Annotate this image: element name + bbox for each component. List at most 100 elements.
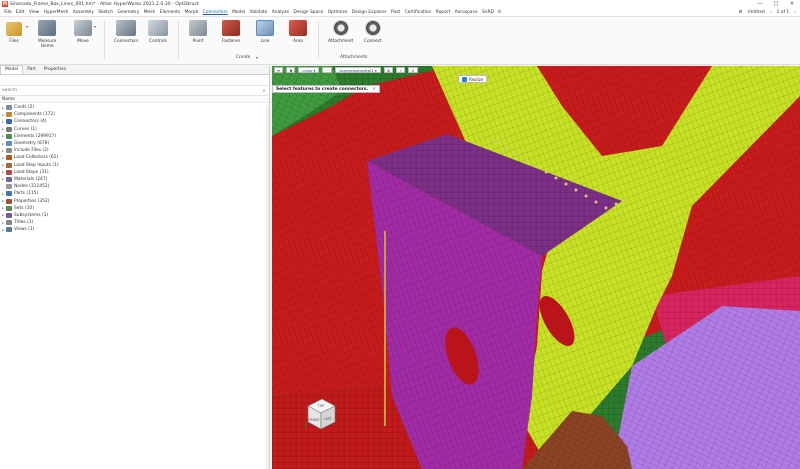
minimize-button[interactable]: —	[752, 0, 768, 8]
create-expander-icon[interactable]: ▾	[256, 55, 258, 60]
menu-certification[interactable]: Certification	[402, 8, 433, 17]
feature-type-dropdown[interactable]: Lines ▾	[298, 67, 320, 73]
connector-control-dropdown[interactable]: connectorcontrol1 ▾	[335, 67, 381, 73]
view-cube[interactable]: TOP FRONT LEFT	[304, 396, 338, 432]
load-steps-icon	[6, 169, 12, 175]
tree-item-titles[interactable]: ▸ Titles (1)	[0, 219, 269, 226]
menu-aerospace[interactable]: Aerospace	[452, 8, 479, 17]
tree-item-label: Materials (247)	[14, 176, 48, 182]
menu-snrd[interactable]: SnRD	[480, 8, 496, 17]
menu-assembly[interactable]: Assembly	[71, 8, 97, 17]
menu-design-space[interactable]: Design Space	[291, 8, 325, 17]
controls-tool[interactable]: Controls	[148, 20, 168, 44]
more-options-icon[interactable]: ⋯	[322, 67, 333, 73]
settings-gear-icon[interactable]: ⚙	[739, 10, 743, 15]
selection-message-text: Select features to create connectors.	[276, 87, 369, 92]
views-icon	[6, 227, 12, 233]
tree-item-materials[interactable]: ▸ Materials (247)	[0, 176, 269, 183]
settings-icon[interactable]: ⚙	[383, 67, 394, 73]
tree-item-properties[interactable]: ▸ Properties (352)	[0, 197, 269, 204]
confirm-icon[interactable]: ✓	[396, 67, 406, 73]
move-tool[interactable]: Move	[74, 20, 92, 44]
tree-item-elements[interactable]: ▸ Elements (299917)	[0, 133, 269, 140]
tree-item-subsystems[interactable]: ▸ Subsystems (1)	[0, 212, 269, 219]
menu-design-explorer[interactable]: Design Explorer	[350, 8, 389, 17]
menu-file[interactable]: File	[2, 8, 14, 17]
menu-analyze[interactable]: Analyze	[270, 8, 292, 17]
tree-item-label: Components (172)	[14, 112, 55, 118]
menu-report[interactable]: Report	[434, 8, 453, 17]
tree-scrollbar[interactable]	[266, 105, 269, 469]
menu-morph[interactable]: Morph	[182, 8, 200, 17]
tree-item-label: Elements (299917)	[14, 133, 57, 139]
viewport-menu-icon[interactable]: ≡	[274, 67, 284, 73]
menu-elements[interactable]: Elements	[158, 8, 183, 17]
tree-item-nodes[interactable]: ▸Nodes (311452)	[0, 183, 269, 190]
point-tool[interactable]: Point	[189, 20, 207, 44]
delete-button[interactable]: ✖	[286, 67, 296, 73]
close-message-icon[interactable]: ✕	[372, 87, 376, 92]
tab-properties[interactable]: Properties	[40, 66, 70, 74]
line-tool[interactable]: Line	[256, 20, 274, 44]
point-icon	[189, 20, 207, 36]
nodes-icon	[6, 184, 12, 190]
next-page-icon[interactable]: ›	[794, 10, 796, 15]
menu-view[interactable]: View	[27, 8, 42, 17]
tree-item-curves[interactable]: ▸ Curves (1)	[0, 126, 269, 133]
menu-validate[interactable]: Validate	[247, 8, 269, 17]
model-browser-panel: Model Part Properties ⌕ Name ▸Cards (2) …	[0, 65, 270, 469]
menu-edit[interactable]: Edit	[14, 8, 27, 17]
connectors-icon	[6, 119, 12, 125]
fe-model-render[interactable]	[272, 66, 800, 469]
menu-geometry[interactable]: Geometry	[115, 8, 141, 17]
files-expander-icon[interactable]: ▾	[26, 24, 28, 29]
tree-item-load-collectors[interactable]: ▸ Load Collectors (61)	[0, 154, 269, 161]
prev-page-icon[interactable]: ‹	[770, 10, 772, 15]
move-expander-icon[interactable]: ▾	[94, 24, 96, 29]
connectors-icon	[116, 20, 137, 36]
graphics-viewport[interactable]: ≡ ✖ Lines ▾ ⋯ connectorcontrol1 ▾ ⚙ ✓ ✕ …	[272, 66, 800, 469]
area-tool[interactable]: Area	[289, 20, 307, 44]
tab-part[interactable]: Part	[23, 66, 40, 74]
menu-model[interactable]: Model	[230, 8, 248, 17]
tree-item-components[interactable]: ▸ Components (172)	[0, 111, 269, 118]
add-ribbon-icon[interactable]: ⊕	[497, 9, 501, 15]
files-tool[interactable]: Files	[6, 20, 22, 44]
tree-item-geometry[interactable]: ▸ Geometry (879)	[0, 140, 269, 147]
menu-bar: File Edit View HyperMesh Assembly Sketch…	[0, 8, 800, 17]
cancel-icon[interactable]: ✕	[408, 67, 418, 73]
tree-item-label: Parts (115)	[14, 191, 39, 197]
tree-item-label: Nodes (311452)	[14, 184, 50, 190]
close-button[interactable]: ✕	[784, 0, 800, 8]
tab-model[interactable]: Model	[0, 65, 24, 74]
menu-sketch[interactable]: Sketch	[96, 8, 115, 17]
tree-item-include-files[interactable]: ▸ Include Files (2)	[0, 147, 269, 154]
tree-item-connectors[interactable]: ▸ Connectors (4)	[0, 118, 269, 125]
search-input[interactable]	[0, 86, 259, 95]
tree-item-parts[interactable]: ▸ Parts (115)	[0, 190, 269, 197]
tree-item-cards[interactable]: ▸ Cards (2)	[0, 104, 269, 111]
search-icon[interactable]: ⌕	[259, 88, 269, 94]
parts-icon	[6, 191, 12, 197]
realize-checkbox[interactable]	[462, 76, 467, 82]
tree-item-label: Cards (2)	[14, 105, 35, 111]
realize-option[interactable]: Realize	[458, 75, 488, 83]
connectors-tool[interactable]: Connectors	[114, 20, 138, 44]
tree-item-sets[interactable]: ▸ Sets (10)	[0, 205, 269, 212]
connect-tool[interactable]: Connect	[364, 20, 382, 44]
menu-post[interactable]: Post	[389, 8, 403, 17]
maximize-button[interactable]: □	[768, 0, 784, 8]
menu-hypermesh[interactable]: HyperMesh	[41, 8, 70, 17]
elements-icon	[6, 133, 12, 139]
menu-connectors[interactable]: Connectors	[201, 8, 230, 17]
tree-item-views[interactable]: ▸ Views (1)	[0, 226, 269, 233]
session-selector[interactable]: Untitled	[747, 10, 764, 15]
fastener-tool[interactable]: Fastener	[222, 20, 240, 44]
attachment-tool[interactable]: Attachment	[328, 20, 353, 44]
menu-optimize[interactable]: Optimize	[326, 8, 350, 17]
menu-mesh[interactable]: Mesh	[142, 8, 158, 17]
tree-item-load-steps[interactable]: ▸ Load Steps (31)	[0, 169, 269, 176]
measure-tool[interactable]: Measure Home	[38, 20, 56, 49]
tree-item-load-step-inputs[interactable]: ▸ Load Step Inputs (1)	[0, 162, 269, 169]
tree-column-header[interactable]: Name	[0, 96, 269, 103]
